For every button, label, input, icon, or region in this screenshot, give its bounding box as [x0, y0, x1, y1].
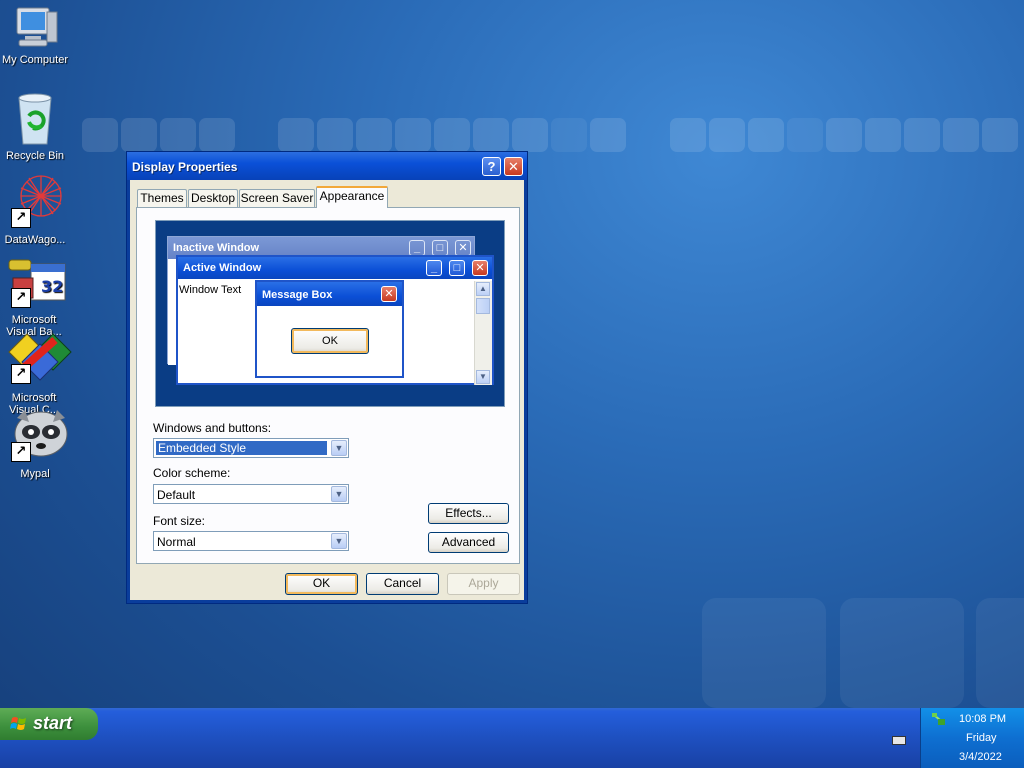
tab-label: Themes [140, 191, 184, 205]
shortcut-arrow-icon: ↗ [11, 208, 31, 228]
mypal-raccoon-icon: ↗ [11, 408, 68, 462]
scroll-down-icon: ▼ [476, 370, 490, 384]
effects-button-label: Effects... [445, 506, 492, 520]
network-icon[interactable] [931, 712, 947, 728]
apply-button[interactable]: Apply [447, 573, 520, 595]
desktop-icon-visual-basic[interactable]: 32 ↗ Microsoft Visual Ba... [0, 256, 70, 338]
ok-button-label: OK [312, 576, 331, 590]
effects-button[interactable]: Effects... [428, 503, 509, 524]
scroll-thumb [476, 298, 490, 314]
desktop-icon-my-computer[interactable]: My Computer [0, 4, 70, 66]
dialog-body: Themes Desktop Screen Saver Appearance I… [130, 180, 524, 600]
preview-inactive-title: Inactive Window [173, 242, 260, 254]
shortcut-arrow-icon: ↗ [11, 442, 31, 462]
preview-message-box: Message Box ✕ OK [255, 280, 404, 378]
font-size-select[interactable]: Normal ▼ [153, 531, 349, 551]
help-icon: ? [487, 159, 496, 174]
help-button[interactable]: ? [482, 157, 501, 176]
shortcut-arrow-icon: ↗ [11, 364, 31, 384]
advanced-button[interactable]: Advanced [428, 532, 509, 553]
desktop-icon-datawago[interactable]: ↗ DataWago... [0, 170, 70, 246]
desktop-icon-label: Recycle Bin [5, 150, 65, 162]
tab-label: Desktop [190, 191, 236, 205]
display-properties-dialog: Display Properties ? ✕ Themes Desktop Sc… [126, 151, 528, 604]
desktop-icon-recycle-bin[interactable]: Recycle Bin [0, 92, 70, 162]
tab-desktop[interactable]: Desktop [188, 189, 238, 207]
taskbar: start 10:08 PM Friday 3/4/2022 [0, 708, 1024, 768]
tab-appearance[interactable]: Appearance [316, 186, 388, 208]
maximize-icon: □ [449, 260, 465, 276]
clock-day: Friday [966, 732, 997, 744]
apply-button-label: Apply [468, 576, 499, 590]
computer-icon [11, 4, 59, 52]
desktop-icon-visual-c[interactable]: ↗ Microsoft Visual C... [0, 332, 72, 416]
desktop-icon-mypal[interactable]: ↗ Mypal [0, 408, 70, 480]
minimize-icon: _ [409, 240, 425, 256]
preview-scrollbar: ▲ ▼ [474, 281, 492, 385]
advanced-button-label: Advanced [441, 535, 496, 549]
color-scheme-value: Default [157, 488, 196, 502]
maximize-icon: □ [432, 240, 448, 256]
cancel-button-label: Cancel [383, 576, 422, 590]
recycle-bin-icon [11, 92, 59, 145]
appearance-preview: Inactive Window _ □ ✕ Active Window _ □ … [155, 220, 505, 407]
system-tray: 10:08 PM Friday 3/4/2022 [920, 708, 1024, 768]
visual-c-icon: ↗ [8, 332, 72, 384]
ok-button[interactable]: OK [285, 573, 358, 595]
scroll-up-icon: ▲ [476, 282, 490, 296]
shortcut-arrow-icon: ↗ [11, 288, 31, 308]
preview-message-box-titlebar: Message Box ✕ [257, 282, 402, 306]
windows-buttons-select[interactable]: Embedded Style ▼ [153, 438, 349, 458]
preview-window-text: Window Text [179, 284, 242, 296]
start-label: start [33, 713, 73, 733]
preview-active-titlebar: Active Window _ □ ✕ [178, 257, 492, 279]
close-icon: ✕ [508, 159, 519, 174]
visual-basic-icon: 32 ↗ [8, 256, 66, 308]
minimize-icon: _ [426, 260, 442, 276]
windows-buttons-value: Embedded Style [156, 441, 327, 455]
tab-themes[interactable]: Themes [137, 189, 187, 207]
close-icon: ✕ [381, 286, 397, 302]
preview-message-box-ok: OK [291, 328, 369, 354]
windows-flag-icon [10, 717, 26, 730]
preview-active-title: Active Window [183, 262, 262, 274]
dialog-titlebar[interactable]: Display Properties ? ✕ [127, 152, 527, 180]
start-button[interactable]: start [0, 708, 98, 740]
chevron-down-icon[interactable]: ▼ [331, 440, 347, 456]
svg-text:32: 32 [41, 277, 63, 296]
color-scheme-label: Color scheme: [153, 466, 231, 480]
desktop-icon-label: My Computer [1, 54, 69, 66]
keyboard-icon[interactable] [892, 736, 906, 745]
chevron-down-icon[interactable]: ▼ [331, 533, 347, 549]
clock-date: 3/4/2022 [959, 751, 1002, 763]
font-size-label: Font size: [153, 514, 206, 528]
preview-message-box-title: Message Box [262, 289, 333, 301]
windows-buttons-label: Windows and buttons: [153, 421, 272, 435]
tab-label: Screen Saver [240, 191, 314, 205]
desktop-icon-label: DataWago... [4, 234, 66, 246]
chevron-down-icon[interactable]: ▼ [331, 486, 347, 502]
desktop-icon-label: Mypal [20, 468, 50, 480]
color-scheme-select[interactable]: Default ▼ [153, 484, 349, 504]
font-size-value: Normal [157, 535, 196, 549]
preview-ok-label: OK [322, 335, 338, 347]
tab-label: Appearance [319, 189, 385, 203]
dialog-title: Display Properties [132, 160, 238, 174]
tab-screen-saver[interactable]: Screen Saver [239, 189, 315, 207]
cancel-button[interactable]: Cancel [366, 573, 439, 595]
close-icon: ✕ [472, 260, 488, 276]
datawago-icon: ↗ [11, 170, 62, 228]
appearance-tab-panel: Inactive Window _ □ ✕ Active Window _ □ … [136, 207, 520, 564]
close-button[interactable]: ✕ [504, 157, 523, 176]
close-icon: ✕ [455, 240, 471, 256]
clock-time[interactable]: 10:08 PM [959, 713, 1006, 725]
